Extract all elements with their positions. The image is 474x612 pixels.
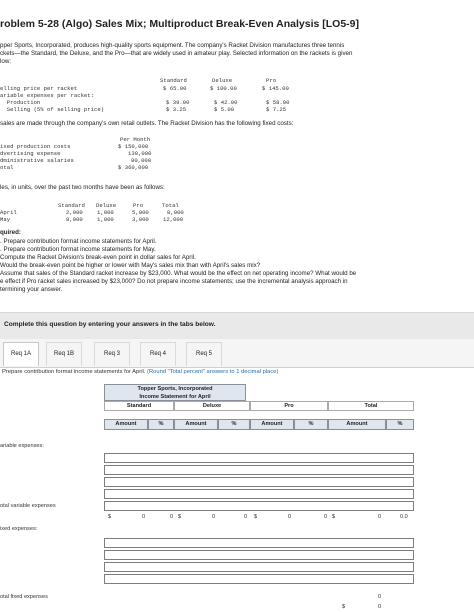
problem-title: roblem 5-28 (Algo) Sales Mix; Multiprodu… [0,18,360,30]
input-row[interactable] [104,562,414,572]
instruction-line: Prepare contribution format income state… [2,369,278,375]
units-table: Standard Deluxe Pro Total April 2,000 1,… [0,202,220,225]
tab-req-1b[interactable]: Req 1B [46,342,82,366]
value: 8,000 [66,216,83,223]
value: 12,000 [163,216,184,223]
statement-name: Income Statement for April [139,393,211,400]
value: $ 65.00 [163,85,187,92]
input-row[interactable] [104,574,414,584]
instructions-banner: Complete this question by entering your … [0,312,474,341]
col-pro: Pro [266,77,277,84]
fixed-costs-table: Per Month ixed production costs $ 150,00… [0,136,200,177]
value: 3,000 [132,216,149,223]
row-label: May [0,216,11,223]
sales-text: sales are made through the company's own… [0,120,294,127]
subhead-pro-amount: Amount [250,419,294,430]
instruction-hint: (Round "Total percent" answers to 1 deci… [147,369,279,375]
value: 1,000 [97,216,114,223]
instructions-text: Complete this question by entering your … [4,321,216,328]
input-row[interactable] [104,477,414,487]
subhead-total-amount: Amount [328,419,386,430]
input-row[interactable] [104,465,414,475]
subhead-standard-amount: Amount [104,419,148,430]
subhead-deluxe-amount: Amount [174,419,218,430]
tab-req-3[interactable]: Req 3 [94,342,130,366]
row-label: otal [0,164,14,171]
std-dollar: $ [108,514,112,520]
subhead-deluxe-pct: % [218,419,250,430]
subhead-pro-pct: % [294,419,328,430]
total-fixed-amount: 0 [378,594,382,600]
group-total: Total [328,401,414,411]
pro-pct: 0 [324,514,328,520]
input-row[interactable] [104,538,414,548]
total-amount: 0 [378,514,382,520]
row-label: Selling (5% of selling price) [0,106,105,113]
required-heading: quired: [0,229,21,236]
value: $ 5.00 [214,106,235,113]
units-text: les, in units, over the past two months … [0,184,165,191]
total-dollar: $ [332,514,336,520]
net-dollar: $ [342,604,346,610]
dlx-pct: 0 [244,514,248,520]
value: $ 145.00 [262,85,289,92]
total-variable-row[interactable] [104,501,414,511]
value: $ 100.00 [210,85,237,92]
instruction-text: Prepare contribution format income state… [2,369,146,375]
std-pct: 0 [170,514,174,520]
tab-req-4[interactable]: Req 4 [140,342,176,366]
input-row[interactable] [104,550,414,560]
tab-req-5[interactable]: Req 5 [186,342,222,366]
required-5-line-3: termining your answer. [0,286,63,293]
company-name: Topper Sports, Incorporated [137,386,213,392]
total-pct: 0.0 [400,514,408,520]
value: $ 360,000 [118,164,149,171]
dlx-dollar: $ [178,514,182,520]
label-total-fixed-expenses: otal fixed expenses [0,594,48,600]
label-total-variable-expenses: otal variable expenses [0,503,56,509]
value: $ 7.25 [266,106,287,113]
value: $ 3.25 [166,106,187,113]
col-standard: Standard [160,77,187,84]
tab-req-1a[interactable]: Req 1A [3,342,39,366]
input-row[interactable] [104,489,414,499]
group-deluxe: Deluxe [174,401,250,411]
group-pro: Pro [250,401,328,411]
dlx-amount: 0 [212,514,216,520]
label-variable-expenses: ariable expenses: [0,443,44,449]
label-fixed-expenses: ixed expenses: [0,526,38,532]
net-amount: 0 [378,604,382,610]
income-statement: Topper Sports, Incorporated Income State… [0,382,474,612]
input-row[interactable] [104,453,414,463]
intro-line-2: ckets—the Standard, the Deluxe, and the … [0,50,353,57]
intro-line-3: low: [0,58,12,65]
pro-dollar: $ [254,514,258,520]
col-deluxe: Deluxe [212,77,233,84]
std-amount: 0 [142,514,146,520]
group-standard: Standard [104,401,174,411]
statement-header: Topper Sports, Incorporated Income State… [104,384,246,401]
subhead-total-pct: % [386,419,414,430]
product-table: Standard Deluxe Pro elling price per rac… [0,77,300,118]
pro-amount: 0 [288,514,292,520]
tab-bar: Req 1A Req 1B Req 3 Req 4 Req 5 [0,339,474,368]
subhead-standard-pct: % [148,419,174,430]
